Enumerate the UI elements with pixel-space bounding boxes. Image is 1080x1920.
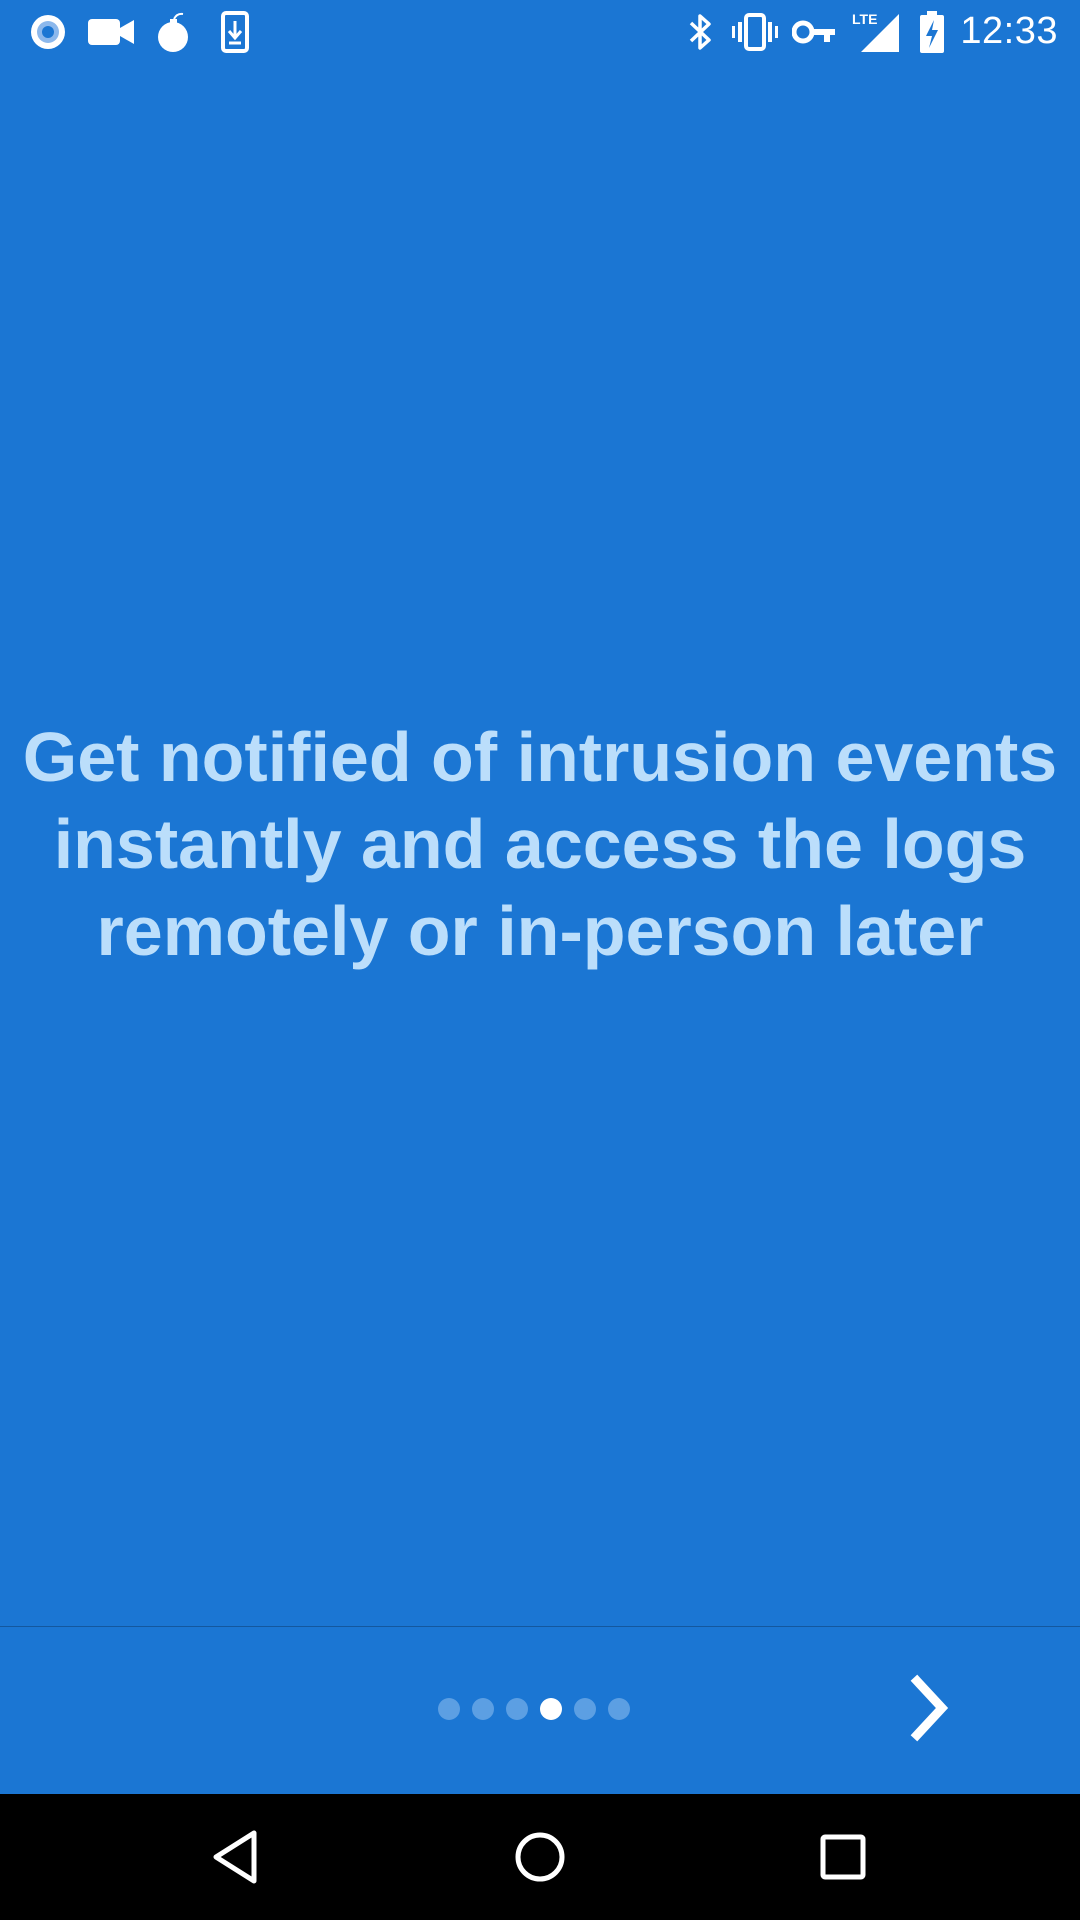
back-icon <box>213 1830 257 1884</box>
page-dot-6[interactable] <box>608 1698 630 1720</box>
recents-button[interactable] <box>793 1807 893 1907</box>
download-phone-icon <box>220 0 250 63</box>
video-camera-icon <box>86 0 136 63</box>
bomb-icon <box>154 0 192 63</box>
record-icon <box>26 0 70 63</box>
page-dot-5[interactable] <box>574 1698 596 1720</box>
chevron-right-icon <box>910 1674 949 1742</box>
back-button[interactable] <box>186 1807 286 1907</box>
vpn-key-icon <box>792 0 836 63</box>
page-dot-1[interactable] <box>438 1698 460 1720</box>
status-bar: LTE 12:33 <box>0 0 1080 63</box>
onboarding-slide: Get notified of intrusion events instant… <box>0 63 1080 1626</box>
recents-icon <box>820 1834 866 1880</box>
page-dot-2[interactable] <box>472 1698 494 1720</box>
next-button[interactable] <box>880 1658 980 1758</box>
page-dot-4[interactable] <box>540 1698 562 1720</box>
onboarding-headline: Get notified of intrusion events instant… <box>22 718 1058 970</box>
lte-signal-icon: LTE <box>852 0 900 63</box>
status-time: 12:33 <box>960 10 1058 52</box>
vibrate-icon <box>730 0 780 63</box>
home-icon <box>515 1832 565 1882</box>
home-button[interactable] <box>490 1807 590 1907</box>
bluetooth-icon <box>682 0 718 63</box>
system-nav-bar <box>0 1794 1080 1920</box>
pager-bar <box>0 1627 1080 1794</box>
battery-charging-icon <box>918 0 946 63</box>
svg-text:LTE: LTE <box>852 11 877 27</box>
page-dot-3[interactable] <box>506 1698 528 1720</box>
